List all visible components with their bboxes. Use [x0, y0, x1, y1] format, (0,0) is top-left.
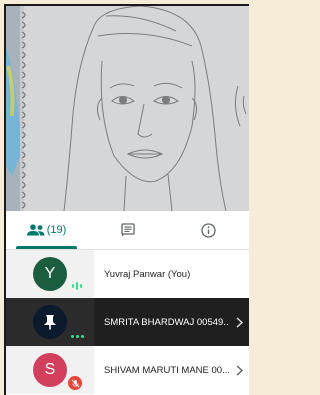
participant-count: (19) [46, 224, 67, 236]
tab-chat[interactable] [87, 211, 168, 249]
avatar: S [33, 353, 67, 387]
avatar: Y [33, 257, 67, 291]
shared-video-feed [6, 6, 249, 211]
mic-off-icon [68, 376, 82, 390]
speaking-icon [70, 279, 84, 293]
panel-tabs: (19) [6, 211, 249, 250]
chevron-right-icon[interactable] [229, 316, 249, 328]
more-options-icon[interactable] [71, 335, 84, 338]
tab-info[interactable] [168, 211, 249, 249]
chat-icon [120, 223, 135, 237]
info-icon [201, 222, 216, 238]
avatar [33, 305, 67, 339]
participant-name: SMRITA BHARDWAJ 00549... [104, 316, 229, 328]
participant-row[interactable]: S SHIVAM MARUTI MANE 00... [6, 346, 249, 394]
pin-icon [44, 315, 56, 330]
participant-tile [6, 298, 94, 346]
participant-tile: S [6, 346, 94, 394]
meet-window: (19) Y Yuvraj Panwar (You) SMRITA BHARDW… [4, 4, 249, 395]
participant-row[interactable]: SMRITA BHARDWAJ 00549... [6, 298, 249, 346]
chevron-right-icon[interactable] [229, 364, 249, 376]
tab-people[interactable]: (19) [6, 211, 87, 249]
participant-row[interactable]: Y Yuvraj Panwar (You) [6, 250, 249, 298]
sketch-drawing [6, 6, 249, 211]
participant-name: SHIVAM MARUTI MANE 00... [104, 364, 229, 376]
participant-tile: Y [6, 250, 94, 298]
participant-list: Y Yuvraj Panwar (You) SMRITA BHARDWAJ 00… [6, 250, 249, 394]
participant-name: Yuvraj Panwar (You) [104, 268, 191, 280]
people-icon [26, 224, 45, 236]
